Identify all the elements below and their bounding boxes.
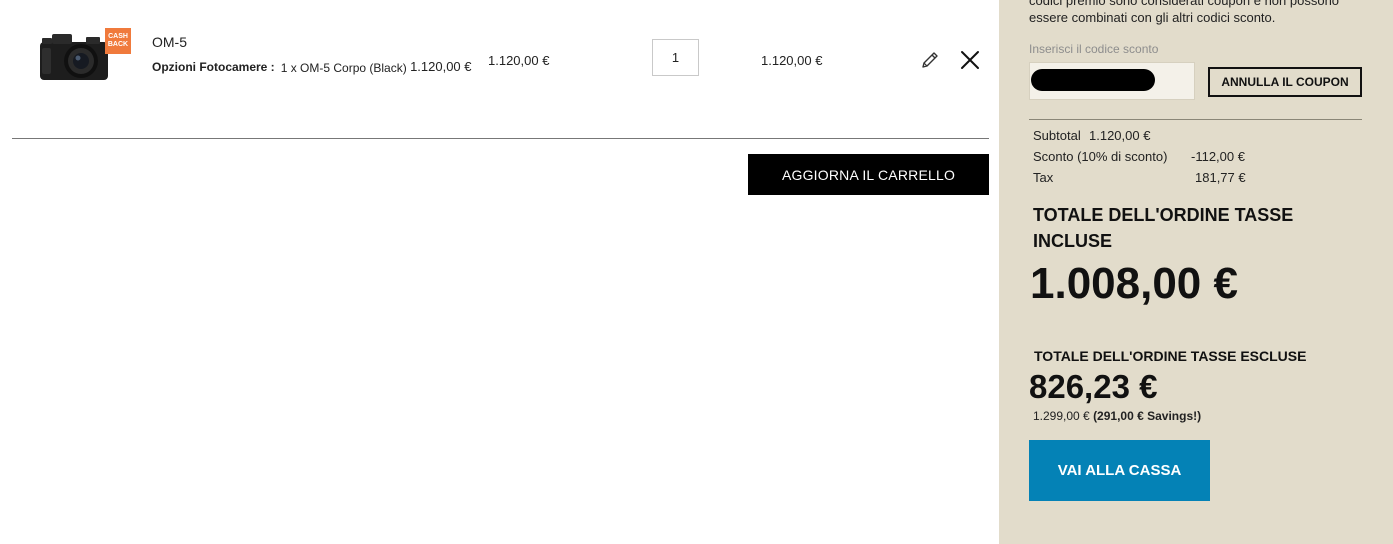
quantity-input[interactable]: [652, 39, 699, 76]
cashback-badge: CASH BACK: [105, 28, 131, 54]
update-cart-button[interactable]: AGGIORNA IL CARRELLO: [748, 154, 989, 195]
excl-tax-total-label: TOTALE DELL'ORDINE TASSE ESCLUSE: [1034, 348, 1307, 364]
subtotal-value: 1.120,00 €: [1089, 128, 1151, 143]
subtotal-row: Subtotal 1.120,00 €: [1033, 128, 1150, 143]
grand-total-value: 1.008,00 €: [1030, 259, 1238, 308]
discount-row: Sconto (10% di sconto) -112,00 €: [1033, 149, 1245, 164]
item-price: 1.120,00 €: [488, 53, 550, 68]
checkout-button[interactable]: VAI ALLA CASSA: [1029, 440, 1210, 501]
cart-divider: [12, 138, 989, 139]
tax-value: 181,77 €: [1195, 170, 1246, 185]
excl-tax-total-value: 826,23 €: [1029, 368, 1158, 405]
discount-value: -112,00 €: [1191, 149, 1245, 164]
subtotal-label: Subtotal: [1033, 128, 1081, 143]
item-subtotal: 1.120,00 €: [761, 53, 823, 68]
discount-label: Sconto (10% di sconto): [1033, 149, 1168, 164]
product-options-price: 1.120,00 €: [410, 59, 472, 74]
cancel-coupon-button[interactable]: ANNULLA IL COUPON: [1208, 67, 1362, 97]
product-options-label: Opzioni Fotocamere :: [152, 60, 275, 74]
summary-divider: [1029, 119, 1362, 120]
pencil-icon[interactable]: [920, 50, 940, 70]
savings-line: 1.299,00 € (291,00 € Savings!): [1033, 409, 1201, 423]
product-name[interactable]: OM-5: [152, 34, 187, 50]
product-options: Opzioni Fotocamere : 1 x OM-5 Corpo (Blac…: [152, 59, 472, 75]
original-price: 1.299,00 €: [1033, 409, 1090, 423]
close-icon[interactable]: [960, 50, 980, 70]
coupon-code-redaction: [1031, 69, 1155, 91]
tax-label: Tax: [1033, 170, 1054, 185]
grand-total-label: TOTALE DELL'ORDINE TASSE INCLUSE: [1033, 205, 1294, 251]
coupon-label: Inserisci il codice sconto: [1029, 42, 1159, 56]
cart-page: CASH BACK OM-5 Opzioni Fotocamere : 1 x O…: [0, 0, 1393, 544]
product-options-value: 1 x OM-5 Corpo (Black): [280, 61, 407, 75]
savings-amount: (291,00 € Savings!): [1093, 409, 1202, 423]
coupon-notice: codici premio sono considerati coupon e …: [1029, 0, 1340, 25]
order-summary-panel: codici premio sono considerati coupon e …: [999, 0, 1393, 544]
tax-row: Tax 181,77 €: [1033, 170, 1246, 185]
